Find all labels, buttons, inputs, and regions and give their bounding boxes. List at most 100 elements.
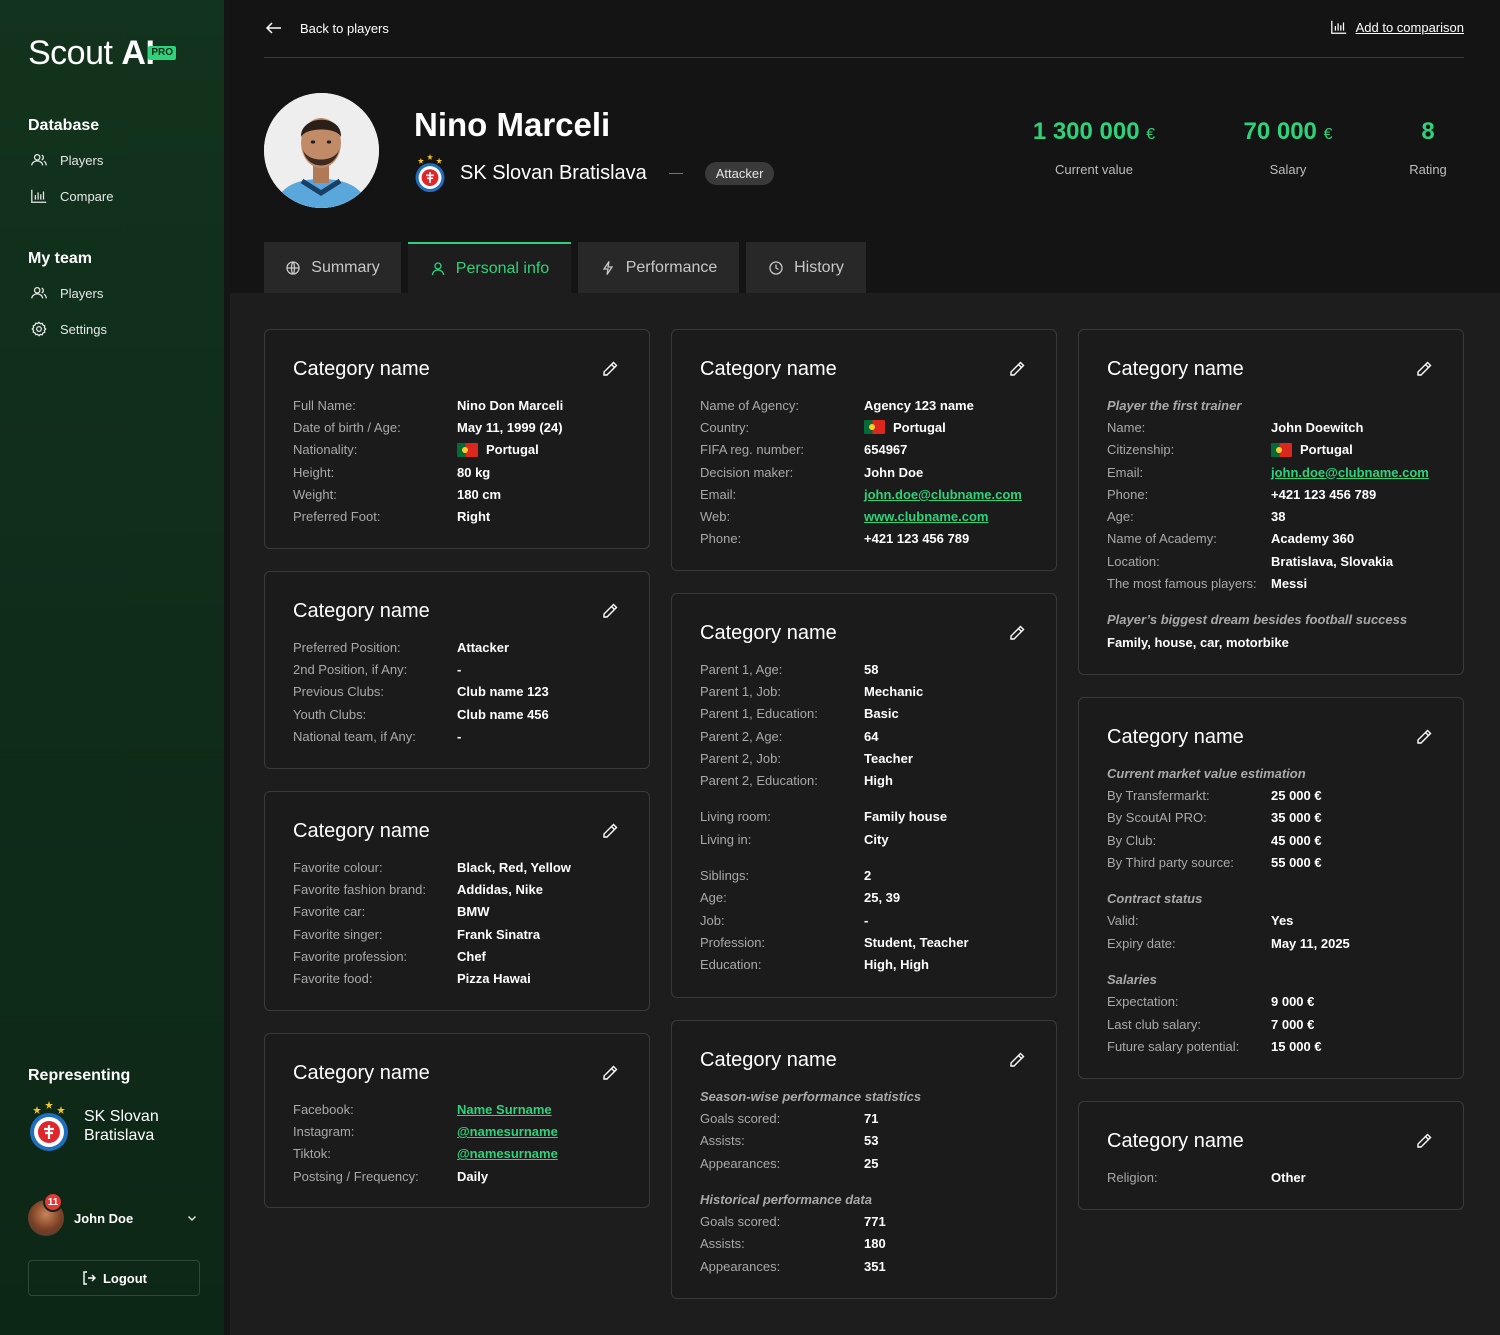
info-row: Profession: Student, Teacher <box>700 934 969 950</box>
stat-unit: € <box>1323 126 1333 143</box>
player-name: Nino Marceli <box>414 106 611 143</box>
add-to-comparison-link[interactable]: Add to comparison <box>1330 18 1464 36</box>
section-subheading: Contract status <box>1107 891 1203 907</box>
info-row: Appearances: 351 <box>700 1258 886 1274</box>
info-row: Favorite colour: Black, Red, Yellow <box>293 859 571 875</box>
info-row: Favorite food: Pizza Hawai <box>293 971 531 987</box>
user-icon <box>431 261 444 275</box>
pencil-icon[interactable] <box>1415 728 1433 746</box>
info-row: By Third party source: 55 000 € <box>1107 854 1322 870</box>
facebook-link[interactable]: Name Surname <box>457 1102 552 1117</box>
scoutai-logo[interactable]: Scout AI PRO <box>28 34 177 72</box>
sidebar-item-database-players[interactable]: Players <box>30 151 103 169</box>
logo-wordmark: Scout AI <box>28 34 155 72</box>
users-icon <box>31 286 47 299</box>
pencil-icon[interactable] <box>1008 360 1026 378</box>
pencil-icon[interactable] <box>601 360 619 378</box>
card-first-trainer: Category name Player the first trainer N… <box>1078 329 1464 675</box>
card-title: Category name <box>700 358 837 380</box>
card-title: Category name <box>293 358 430 380</box>
info-row: Favorite car: BMW <box>293 904 490 920</box>
pencil-icon[interactable] <box>601 1064 619 1082</box>
sidebar-item-compare[interactable]: Compare <box>30 187 113 205</box>
pencil-icon[interactable] <box>601 822 619 840</box>
database-heading: Database <box>28 117 100 134</box>
stat-label: Current value <box>1054 162 1134 177</box>
info-row: Location: Bratislava, Slovakia <box>1107 553 1394 569</box>
pencil-icon[interactable] <box>601 602 619 620</box>
player-photo <box>264 93 379 208</box>
info-row: The most famous players: Messi <box>1107 576 1308 592</box>
pencil-icon[interactable] <box>1008 624 1026 642</box>
back-to-players-link[interactable]: Back to players <box>264 18 389 38</box>
tab-personal-info[interactable]: Personal info <box>408 242 571 293</box>
tab-history[interactable]: History <box>746 242 866 293</box>
info-row: By Club: 45 000 € <box>1107 832 1322 848</box>
tab-summary[interactable]: Summary <box>264 242 401 293</box>
gear-icon <box>31 321 47 337</box>
representing-club[interactable]: SK Slovan Bratislava <box>28 1100 194 1152</box>
info-row: Parent 2, Age: 64 <box>700 728 879 744</box>
info-row: Siblings: 2 <box>700 868 872 884</box>
info-row: Parent 1, Age: 58 <box>700 661 879 677</box>
separator-dash <box>668 172 683 174</box>
pencil-icon[interactable] <box>1415 1132 1433 1150</box>
card-title: Category name <box>293 820 430 842</box>
compare-label: Add to comparison <box>1355 19 1464 35</box>
info-row: Parent 1, Job: Mechanic <box>700 683 924 699</box>
club-name[interactable]: SK Slovan Bratislava <box>460 162 647 185</box>
user-menu[interactable]: 11 John Doe <box>28 1192 198 1236</box>
info-row: Instagram: @namesurname <box>293 1123 558 1139</box>
sidebar-item-label: Players <box>60 285 104 301</box>
email-link[interactable]: john.doe@clubname.com <box>1271 465 1429 480</box>
section-subheading: Player’s biggest dream besides football … <box>1107 612 1408 628</box>
tiktok-link[interactable]: @namesurname <box>457 1146 558 1161</box>
info-row: Age: 38 <box>1107 509 1286 525</box>
card-performance: Category name Season-wise performance st… <box>671 1020 1057 1299</box>
back-label: Back to players <box>300 20 389 36</box>
card-title: Category name <box>700 622 837 644</box>
section-subheading: Historical performance data <box>700 1191 872 1207</box>
portugal-flag-icon <box>1271 442 1292 457</box>
info-row: Preferred Foot: Right <box>293 509 491 525</box>
info-row: Favorite profession: Chef <box>293 948 486 964</box>
info-row: Country: Portugal <box>700 419 946 435</box>
instagram-link[interactable]: @namesurname <box>457 1124 558 1139</box>
info-row: Future salary potential: 15 000 € <box>1107 1038 1322 1054</box>
card-title: Category name <box>700 1049 837 1071</box>
tab-label: Summary <box>311 258 380 276</box>
representing-heading: Representing <box>28 1067 131 1084</box>
logout-button[interactable]: Logout <box>28 1260 200 1296</box>
chevron-down-icon[interactable] <box>186 1212 198 1224</box>
pencil-icon[interactable] <box>1008 1051 1026 1069</box>
website-link[interactable]: www.clubname.com <box>864 509 989 524</box>
avatar: 11 <box>28 1192 64 1236</box>
info-row: Last club salary: 7 000 € <box>1107 1016 1315 1032</box>
info-row: Goals scored: 71 <box>700 1110 879 1126</box>
bar-chart-icon <box>31 189 47 203</box>
info-row: Email: john.doe@clubname.com <box>1107 464 1429 480</box>
info-row: Appearances: 25 <box>700 1155 879 1171</box>
info-row: FIFA reg. number: 654967 <box>700 442 908 458</box>
info-row: Favorite singer: Frank Sinatra <box>293 926 541 942</box>
card-market-value: Category name Current market value estim… <box>1078 697 1464 1079</box>
player-club-line: SK Slovan Bratislava Attacker <box>414 152 775 194</box>
sidebar-item-settings[interactable]: Settings <box>30 320 107 338</box>
tab-performance[interactable]: Performance <box>578 242 739 293</box>
info-row: Tiktok: @namesurname <box>293 1146 558 1162</box>
pencil-icon[interactable] <box>1415 360 1433 378</box>
info-row: Religion: Other <box>1107 1169 1306 1185</box>
stat-unit: € <box>1146 126 1156 143</box>
info-row: Name of Agency: Agency 123 name <box>700 397 974 413</box>
sidebar-item-myteam-players[interactable]: Players <box>30 284 103 302</box>
info-row: Youth Clubs: Club name 456 <box>293 706 549 722</box>
section-subheading: Player the first trainer <box>1107 397 1242 413</box>
info-row: Parent 2, Job: Teacher <box>700 750 913 766</box>
sidebar-item-label: Players <box>60 152 104 168</box>
email-link[interactable]: john.doe@clubname.com <box>864 487 1022 502</box>
info-row: Living in: City <box>700 831 889 847</box>
info-row: Goals scored: 771 <box>700 1214 886 1230</box>
info-row: Education: High, High <box>700 957 929 973</box>
card-positions: Category name Preferred Position: Attacke… <box>264 571 650 769</box>
info-row: Name: John Doewitch <box>1107 419 1364 435</box>
